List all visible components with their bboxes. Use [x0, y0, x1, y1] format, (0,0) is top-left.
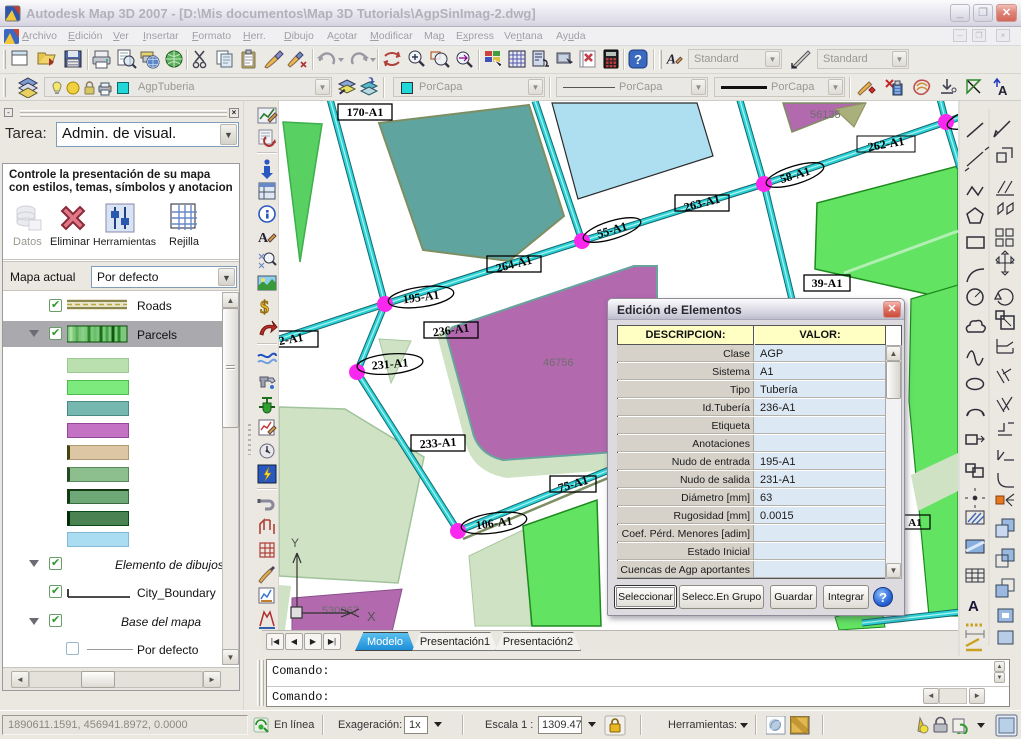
svg-text:233-A1: 233-A1: [419, 435, 457, 452]
svg-text:A1: A1: [908, 517, 921, 529]
svg-text:?: ?: [634, 52, 642, 67]
svg-text:55-A1: 55-A1: [595, 219, 628, 241]
svg-text:Y: Y: [291, 536, 299, 550]
svg-text:A: A: [968, 598, 979, 615]
svg-text:56135: 56135: [810, 109, 841, 121]
svg-text:A: A: [258, 231, 269, 246]
svg-text:195-A1: 195-A1: [402, 288, 440, 307]
svg-text:X: X: [367, 609, 376, 624]
svg-text:58-A1: 58-A1: [778, 164, 811, 186]
svg-text:$: $: [260, 297, 269, 317]
svg-text:170-A1: 170-A1: [347, 105, 384, 119]
svg-text:A: A: [666, 52, 676, 67]
svg-text:A: A: [998, 83, 1008, 98]
svg-text:530067: 530067: [322, 605, 359, 617]
svg-text:262-A1: 262-A1: [867, 134, 906, 154]
svg-text:2-A1: 2-A1: [279, 330, 304, 348]
svg-text:39-A1: 39-A1: [812, 276, 843, 290]
svg-text:46756: 46756: [543, 357, 574, 369]
svg-text:106-A1: 106-A1: [475, 514, 513, 533]
svg-text:231-A1: 231-A1: [371, 355, 409, 372]
